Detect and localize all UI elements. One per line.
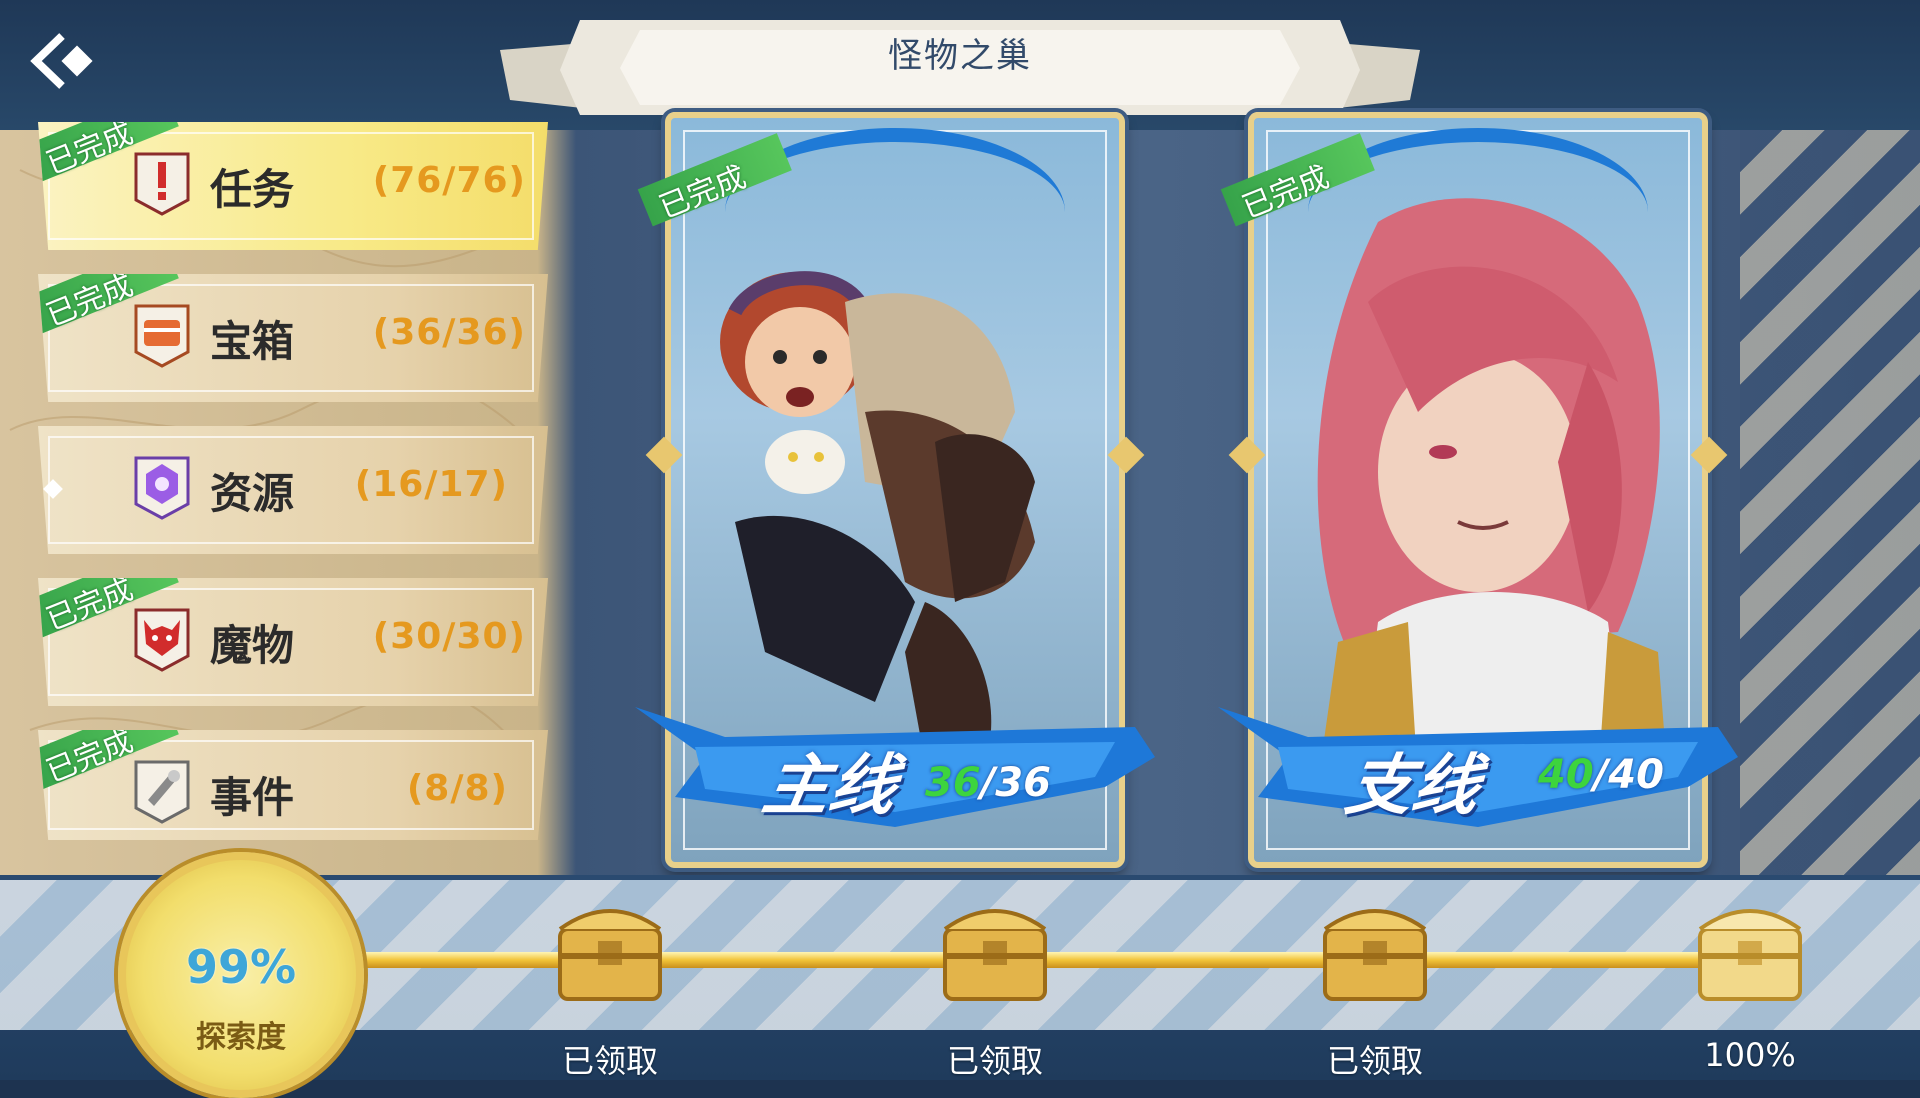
reward-chest-1[interactable] [550, 895, 670, 1015]
treasure-icon [134, 304, 190, 368]
progress-total: /36 [980, 760, 1051, 806]
category-label: 宝箱 [210, 317, 295, 366]
card-progress: 36/36 [925, 760, 1051, 806]
category-events[interactable]: 事件 (8/8) 已完成 [38, 730, 548, 840]
treasure-chest-icon [943, 909, 1047, 1001]
exploration-percent: 99% [185, 940, 297, 994]
main-story-card[interactable]: 主线 36/36 已完成 [635, 112, 1155, 868]
category-count: (30/30) [372, 616, 526, 657]
category-quests[interactable]: 任务 (76/76) 已完成 [38, 122, 548, 250]
category-label: 资源 [210, 469, 295, 518]
category-label: 任务 [210, 165, 295, 214]
card-title: 支线 [1340, 747, 1486, 824]
reward-status-2: 已领取 [946, 1042, 1043, 1080]
category-count: (16/17) [354, 464, 508, 505]
category-resources[interactable]: 资源 (16/17) [38, 426, 548, 554]
reward-chest-2[interactable] [935, 895, 1055, 1015]
event-icon [134, 760, 190, 824]
category-treasure[interactable]: 宝箱 (36/36) 已完成 [38, 274, 548, 402]
side-story-card[interactable]: 支线 40/40 已完成 [1218, 112, 1738, 868]
category-count: (76/76) [372, 160, 526, 201]
treasure-chest-icon [558, 909, 662, 1001]
red-hair-character-illustration [1317, 198, 1668, 782]
progress-total: /40 [1593, 752, 1664, 798]
reward-chest-4[interactable] [1690, 895, 1810, 1015]
hero-boy-illustration [720, 271, 1035, 762]
treasure-chest-icon [1698, 909, 1802, 1001]
category-count: (36/36) [372, 312, 526, 353]
reward-threshold-4: 100% [1704, 1036, 1796, 1074]
quest-icon [134, 152, 190, 216]
category-monsters[interactable]: 魔物 (30/30) 已完成 [38, 578, 548, 706]
reward-status-1: 已领取 [561, 1042, 658, 1080]
category-count: (8/8) [406, 768, 508, 809]
progress-current: 40 [1538, 752, 1594, 798]
exploration-label: 探索度 [196, 1020, 286, 1055]
monster-icon [134, 608, 190, 672]
category-label: 魔物 [210, 621, 295, 670]
reward-status-3: 已领取 [1326, 1042, 1423, 1080]
back-button[interactable] [28, 28, 98, 94]
card-progress: 40/40 [1538, 752, 1664, 798]
back-arrow-icon [30, 33, 93, 89]
decorative-stripes [1740, 130, 1920, 875]
resource-icon [134, 456, 190, 520]
reward-chest-3[interactable] [1315, 895, 1435, 1015]
card-title: 主线 [757, 747, 903, 824]
page-title: 怪物之巢 [888, 36, 1032, 76]
progress-current: 36 [925, 760, 981, 806]
category-label: 事件 [210, 773, 295, 822]
treasure-chest-icon [1323, 909, 1427, 1001]
